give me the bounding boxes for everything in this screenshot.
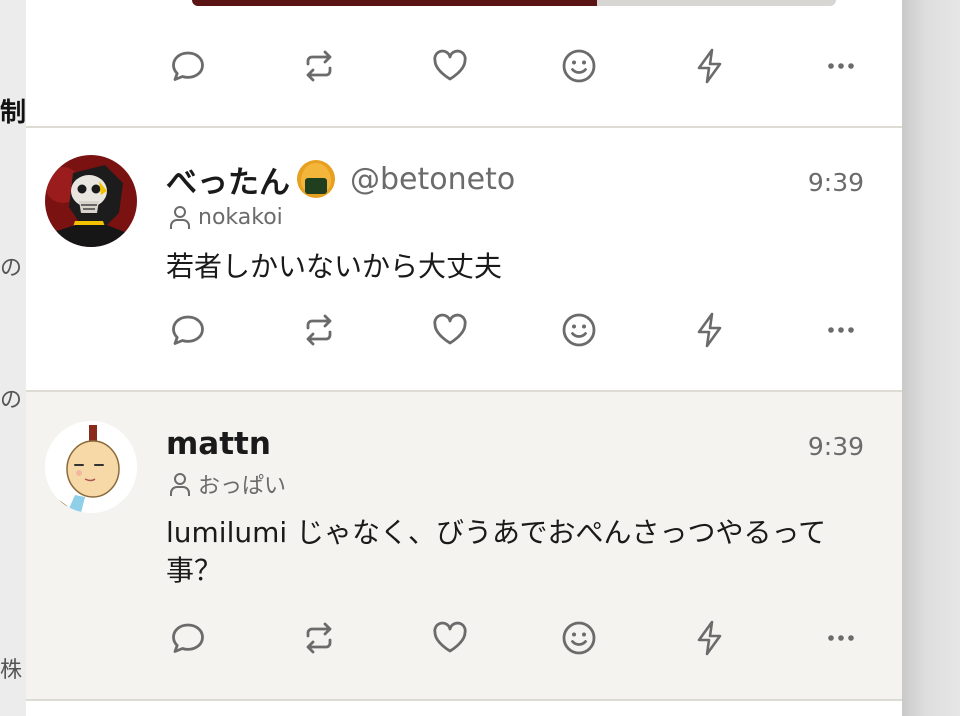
more-icon	[828, 327, 854, 333]
background-text-fragment: 制	[0, 98, 26, 128]
heart-icon	[433, 313, 467, 345]
next-post-edge	[26, 701, 902, 716]
more-button[interactable]	[819, 308, 863, 352]
post-time[interactable]: 9:39	[808, 168, 864, 197]
like-button[interactable]	[428, 616, 472, 660]
onigiri-emoji-icon	[297, 160, 335, 198]
display-name[interactable]: mattn	[166, 426, 271, 462]
renote-button[interactable]	[297, 616, 341, 660]
more-icon	[828, 63, 854, 69]
heart-icon	[433, 49, 467, 81]
smile-icon	[562, 313, 596, 347]
timeline-post[interactable]: べったん @betoneto 9:39 nokakoi 若者しかいないから大丈夫	[26, 128, 902, 390]
more-button[interactable]	[819, 44, 863, 88]
post-sub-info: nokakoi	[168, 204, 283, 230]
smile-icon	[562, 621, 596, 655]
visibility-label: nokakoi	[198, 204, 283, 230]
person-icon	[170, 473, 190, 496]
post-sub-info: おっぱい	[168, 468, 286, 500]
like-button[interactable]	[428, 44, 472, 88]
renote-button[interactable]	[297, 44, 341, 88]
more-icon	[828, 635, 854, 641]
post-actions	[26, 616, 902, 660]
display-name[interactable]: べったん	[166, 157, 290, 202]
post-header: mattn	[166, 422, 271, 466]
heart-icon	[433, 621, 467, 653]
smile-icon	[562, 49, 596, 83]
reaction-button[interactable]	[557, 44, 601, 88]
background-text-fragment: の	[0, 388, 23, 413]
background-text-fragment: 株	[0, 658, 23, 683]
post-time[interactable]: 9:39	[808, 432, 864, 461]
reply-icon	[172, 51, 204, 81]
timeline-post-previous[interactable]	[26, 0, 902, 127]
renote-icon	[306, 314, 332, 346]
reaction-button[interactable]	[557, 308, 601, 352]
more-button[interactable]	[819, 616, 863, 660]
reply-button[interactable]	[166, 308, 210, 352]
boost-button[interactable]	[688, 616, 732, 660]
avatar[interactable]	[45, 155, 137, 247]
visibility-label: おっぱい	[198, 474, 287, 499]
background-text-fragment: の	[0, 256, 23, 281]
reply-icon	[172, 315, 204, 345]
timeline-feed[interactable]: べったん @betoneto 9:39 nokakoi 若者しかいないから大丈夫	[26, 0, 902, 716]
post-actions	[26, 308, 902, 352]
renote-icon	[306, 622, 332, 654]
bolt-icon	[697, 48, 722, 84]
post-header: べったん @betoneto	[166, 157, 515, 201]
reply-button[interactable]	[166, 616, 210, 660]
user-handle[interactable]: @betoneto	[350, 162, 515, 197]
person-icon	[170, 206, 190, 229]
reply-button[interactable]	[166, 44, 210, 88]
boost-button[interactable]	[688, 44, 732, 88]
background-page-right	[902, 0, 960, 716]
renote-icon	[306, 50, 332, 82]
bolt-icon	[697, 312, 722, 348]
reaction-button[interactable]	[557, 616, 601, 660]
timeline-post-highlighted[interactable]: mattn 9:39 おっぱい lumilumi じゃなく、びうあでおぺんさっつ…	[26, 392, 902, 700]
bolt-icon	[697, 620, 722, 656]
post-body: lumilumi じゃなく、びうあでおぺんさっつやるって事？	[166, 516, 827, 587]
boost-button[interactable]	[688, 308, 732, 352]
like-button[interactable]	[428, 308, 472, 352]
post-media-thumbnail[interactable]	[192, 0, 836, 6]
reply-icon	[172, 623, 204, 653]
post-body: 若者しかいないから大丈夫	[166, 250, 503, 283]
renote-button[interactable]	[297, 308, 341, 352]
post-actions	[26, 44, 902, 88]
background-page-left: 制 の の 株	[0, 0, 26, 716]
avatar[interactable]	[45, 421, 137, 513]
